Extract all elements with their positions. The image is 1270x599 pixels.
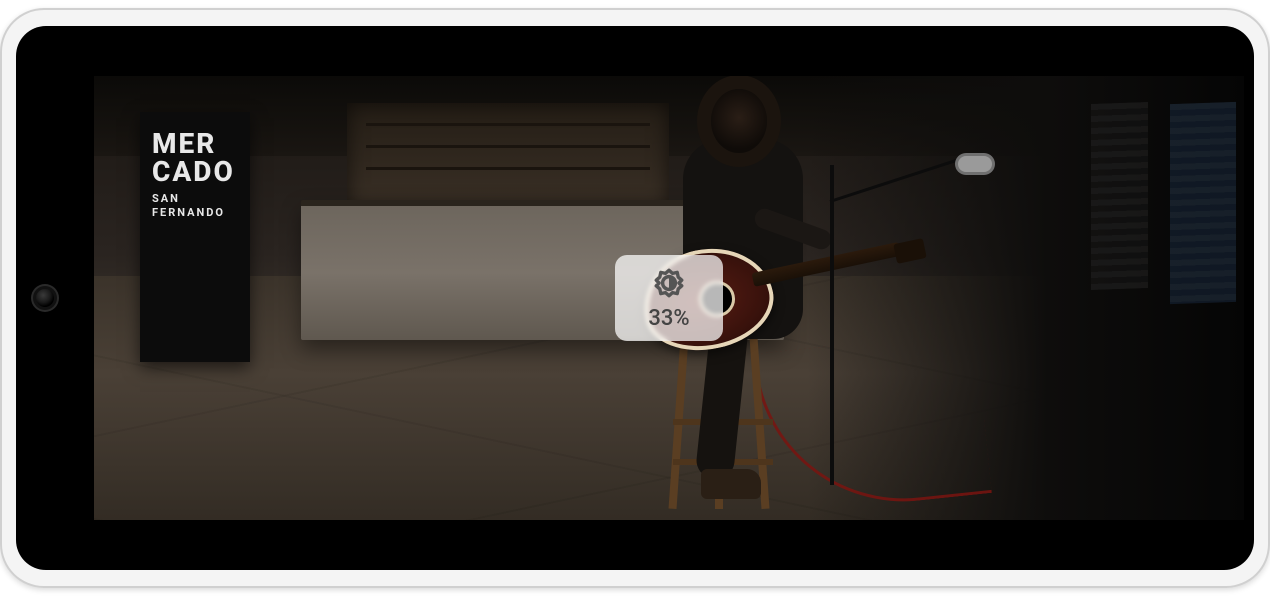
- phone-device-frame: MER CADO SAN FERNANDO: [0, 8, 1270, 588]
- scene-bar-shelf: [347, 103, 669, 210]
- scene-microphone: [958, 156, 992, 172]
- scene-mic-stand: [830, 165, 834, 485]
- scene-banner: MER CADO SAN FERNANDO: [140, 112, 250, 362]
- scene-shutter: [1091, 102, 1148, 290]
- banner-text-line1: MER: [152, 130, 238, 158]
- device-bezel: MER CADO SAN FERNANDO: [16, 26, 1254, 570]
- banner-text-line2: CADO: [152, 158, 238, 186]
- brightness-indicator: 33%: [615, 255, 723, 341]
- front-camera: [36, 289, 54, 307]
- brightness-value: 33%: [648, 306, 689, 331]
- screen[interactable]: MER CADO SAN FERNANDO: [94, 36, 1244, 560]
- scene-shutter: [1170, 101, 1236, 303]
- brightness-icon: [652, 266, 686, 304]
- video-player[interactable]: MER CADO SAN FERNANDO: [94, 76, 1244, 520]
- banner-text-sub: SAN FERNANDO: [152, 192, 232, 221]
